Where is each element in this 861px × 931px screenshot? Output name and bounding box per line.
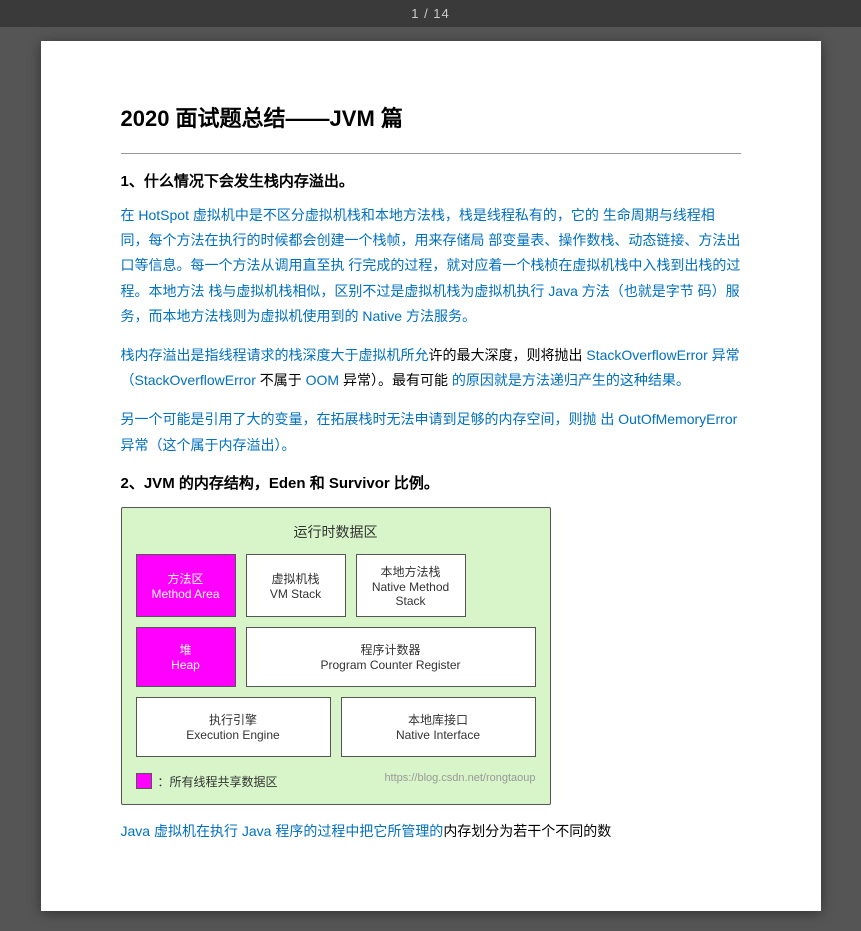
native-stack-label3: Stack [395,594,425,608]
legend-color-box [136,773,152,789]
bottom-para: Java 虚拟机在执行 Java 程序的过程中把它所管理的内存划分为若干个不同的… [121,819,741,844]
native-iface-label2: Native Interface [396,728,480,742]
diagram-row-1: 方法区 Method Area 虚拟机栈 VM Stack 本地方法栈 Nati… [136,554,536,617]
native-stack-box: 本地方法栈 Native Method Stack [356,554,466,617]
counter-label1: 程序计数器 [360,641,420,658]
diagram-row-2: 堆 Heap 程序计数器 Program Counter Register [136,627,536,687]
page-number: 1 / 14 [411,6,450,21]
section1-para1: 在 HotSpot 虚拟机中是不区分虚拟机栈和本地方法栈，栈是线程私有的，它的 … [121,203,741,329]
heap-label2: Heap [171,658,200,672]
section1-heading: 1、什么情况下会发生栈内存溢出。 [121,170,741,191]
native-stack-label2: Native Method [372,580,449,594]
exec-label1: 执行引擎 [209,711,257,728]
jvm-memory-diagram: 运行时数据区 方法区 Method Area 虚拟机栈 VM Stack 本地方… [121,507,551,805]
exec-label2: Execution Engine [186,728,279,742]
section1-para3: 另一个可能是引用了大的变量，在拓展栈时无法申请到足够的内存空间，则抛 出 Out… [121,407,741,457]
counter-box: 程序计数器 Program Counter Register [246,627,536,687]
diagram-footer: ：所有线程共享数据区 https://blog.csdn.net/rongtao… [136,767,536,790]
native-iface-label1: 本地库接口 [408,711,468,728]
method-area-box: 方法区 Method Area [136,554,236,617]
method-area-label1: 方法区 [167,570,203,587]
main-title: 2020 面试题总结——JVM 篇 [121,101,741,133]
heap-box: 堆 Heap [136,627,236,687]
legend-row: ：所有线程共享数据区 [136,773,278,790]
heap-label1: 堆 [179,641,191,658]
native-stack-label1: 本地方法栈 [380,563,440,580]
method-area-label2: Method Area [151,587,219,601]
native-interface-box: 本地库接口 Native Interface [341,697,536,757]
vm-stack-label2: VM Stack [270,587,321,601]
page-content: 2020 面试题总结——JVM 篇 1、什么情况下会发生栈内存溢出。 在 Hot… [41,41,821,911]
section1-para2: 栈内存溢出是指线程请求的栈深度大于虚拟机所允许的最大深度，则将抛出 StackO… [121,343,741,393]
watermark: https://blog.csdn.net/rongtaoup [384,772,535,784]
vm-stack-box: 虚拟机栈 VM Stack [246,554,346,617]
pagination-bar: 1 / 14 [0,0,861,27]
section2-heading: 2、JVM 的内存结构，Eden 和 Survivor 比例。 [121,472,741,493]
legend-text: ：所有线程共享数据区 [158,773,278,790]
diagram-row-3: 执行引擎 Execution Engine 本地库接口 Native Inter… [136,697,536,757]
counter-label2: Program Counter Register [320,658,460,672]
diagram-title: 运行时数据区 [136,522,536,542]
title-divider [121,153,741,154]
vm-stack-label1: 虚拟机栈 [271,570,319,587]
exec-engine-box: 执行引擎 Execution Engine [136,697,331,757]
